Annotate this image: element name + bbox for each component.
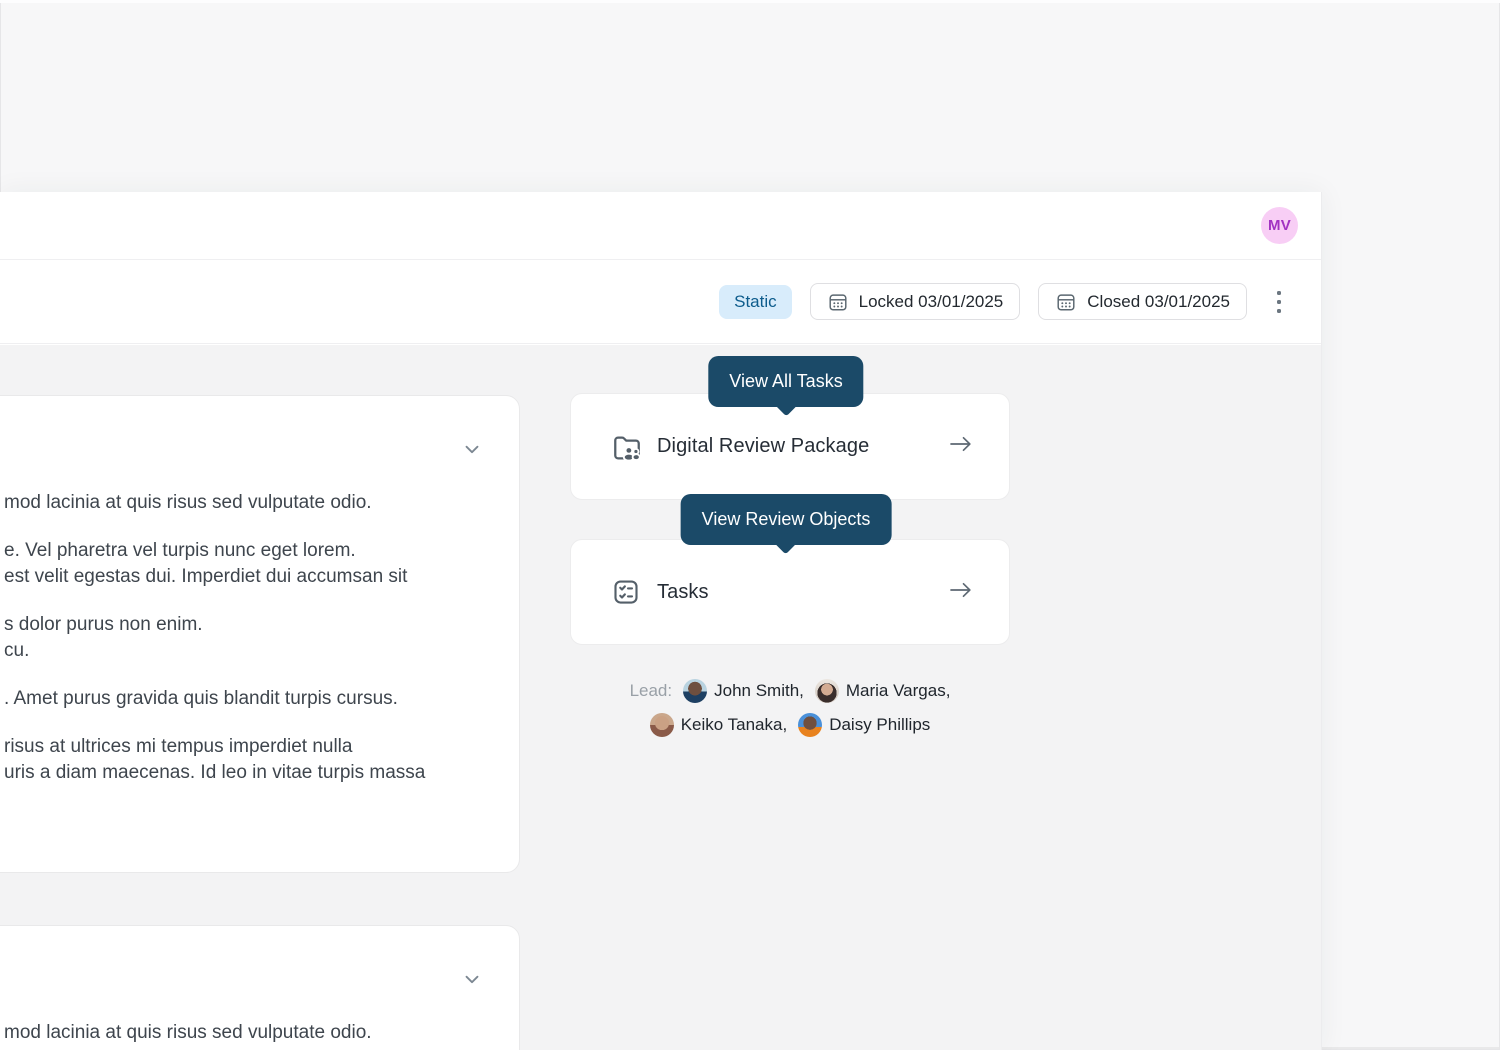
person-avatar [815,679,839,703]
text-line: risus at ultrices mi tempus imperdiet nu… [4,734,465,760]
lead-label: Lead: [630,681,673,701]
view-all-tasks-tooltip: View All Tasks [708,356,863,407]
view-review-objects-tooltip: View Review Objects [681,494,892,545]
person-name: Maria Vargas, [846,681,951,701]
lead-person: Keiko Tanaka, [650,713,787,737]
person-name: John Smith, [714,681,804,701]
screenshot-canvas: MV Static Locked 03/01/2025 [0,0,1500,1050]
text-line: e. Vel pharetra vel turpis nunc eget lor… [4,538,465,564]
lead-person: John Smith, [683,679,804,703]
content-area: mod lacinia at quis risus sed vulputate … [0,345,1321,1050]
lead-person: Maria Vargas, [815,679,951,703]
paragraph: mod lacinia at quis risus sed vulputate … [4,1020,465,1046]
paragraph: e. Vel pharetra vel turpis nunc eget lor… [4,538,465,590]
more-options-icon[interactable] [1267,287,1291,317]
text-line: . Amet purus gravida quis blandit turpis… [4,686,465,712]
paragraph: mod lacinia at quis risus sed vulputate … [4,490,465,516]
person-name: Keiko Tanaka, [681,715,787,735]
user-avatar[interactable]: MV [1261,207,1298,244]
person-avatar [650,713,674,737]
status-toolbar: Static Locked 03/01/2025 [0,260,1321,344]
lead-people-row: Lead: John Smith, Maria Vargas, Keiko Tana… [570,679,1010,737]
person-avatar [798,713,822,737]
locked-date-label: Locked 03/01/2025 [859,292,1004,312]
description-card: mod lacinia at quis risus sed vulputate … [0,395,520,873]
chevron-down-icon[interactable] [461,968,483,995]
text-line: s dolor purus non enim. [4,612,465,638]
paragraph: s dolor purus non enim.cu. [4,612,465,664]
lead-person: Daisy Phillips [798,713,930,737]
tasks-label: Tasks [657,581,933,604]
paragraph: . Amet purus gravida quis blandit turpis… [4,686,465,712]
text-line: est velit egestas dui. Imperdiet dui acc… [4,564,465,590]
chevron-down-icon[interactable] [461,438,483,465]
text-line: mod lacinia at quis risus sed vulputate … [4,1020,465,1046]
arrow-right-icon [947,432,975,461]
description-text: mod lacinia at quis risus sed vulputate … [0,926,519,1046]
calendar-icon [1055,291,1077,313]
closed-date-label: Closed 03/01/2025 [1087,292,1230,312]
digital-review-package-label: Digital Review Package [657,435,933,458]
paragraph: risus at ultrices mi tempus imperdiet nu… [4,734,465,786]
text-line: cu. [4,638,465,664]
status-badge: Static [719,285,792,319]
page-top-edge [0,0,1500,3]
text-line: uris a diam maecenas. Id leo in vitae tu… [4,760,465,786]
locked-date-button[interactable]: Locked 03/01/2025 [810,283,1021,320]
arrow-right-icon [947,578,975,607]
folder-users-icon [611,431,643,463]
tasks-card[interactable]: Tasks [570,539,1010,645]
person-avatar [683,679,707,703]
calendar-icon [827,291,849,313]
top-bar: MV [0,192,1321,260]
description-text: mod lacinia at quis risus sed vulputate … [0,396,519,786]
closed-date-button[interactable]: Closed 03/01/2025 [1038,283,1247,320]
description-card: mod lacinia at quis risus sed vulputate … [0,925,520,1050]
review-panel: MV Static Locked 03/01/2025 [0,192,1322,1050]
text-line: mod lacinia at quis risus sed vulputate … [4,490,465,516]
person-name: Daisy Phillips [829,715,930,735]
checklist-icon [611,577,643,607]
